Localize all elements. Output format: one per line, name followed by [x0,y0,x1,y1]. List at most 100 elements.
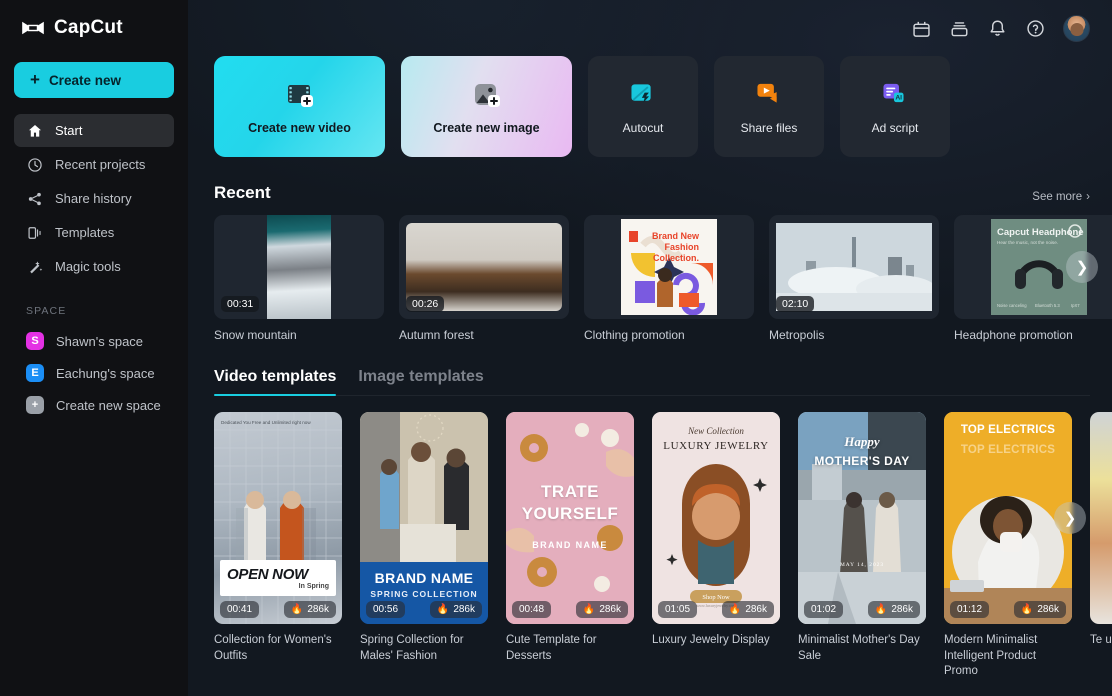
svg-text:Collection.: Collection. [653,253,699,263]
tab-video-templates[interactable]: Video templates [214,368,336,395]
sidebar-item-label: Recent projects [55,157,145,172]
create-new-space-button[interactable]: + Create new space [14,390,174,420]
ad-script-card[interactable]: AI Ad script [840,56,950,157]
template-card[interactable]: BRAND NAME SPRING COLLECTION 00:56 🔥 286… [360,412,488,680]
action-label: Create new video [248,121,351,135]
brand-name: CapCut [54,17,123,39]
thumb-banner-title: BRAND NAME [360,570,488,586]
create-new-image-card[interactable]: Create new image [401,56,572,157]
share-nodes-icon [26,190,43,207]
wallet-icon[interactable] [949,18,970,39]
duration-badge: 00:26 [406,296,444,312]
space-item-label: Eachung's space [56,366,155,381]
svg-text:AI: AI [895,95,902,102]
chevron-right-icon: › [1086,191,1090,203]
recent-card-title: Autumn forest [399,328,569,342]
template-card[interactable]: Te up [1090,412,1112,680]
uses-count: 286k [307,604,329,615]
duration-badge: 02:10 [776,296,814,312]
thumbnail-art [267,215,331,319]
duration-badge: 00:31 [221,296,259,312]
content-area: Create new video Create new image [188,56,1112,680]
svg-text:Noise canceling: Noise canceling [997,303,1027,308]
duration-badge: 01:02 [804,601,843,618]
sidebar-item-start[interactable]: Start [14,114,174,147]
recent-card[interactable]: 00:26 Autumn forest [399,215,569,342]
autocut-card[interactable]: Autocut [588,56,698,157]
thumb-script: Happy [798,434,926,450]
template-title: Collection for Women's Outfits [214,633,342,664]
recent-row: 00:31 Snow mountain 00:26 Autumn forest [214,215,1090,342]
sidebar-item-label: Start [55,123,82,138]
template-card[interactable]: Dedicated You Free and Unlimited right n… [214,412,342,680]
share-files-icon [752,78,786,112]
uses-badge: 🔥 286k [722,601,774,618]
magic-wand-icon [26,258,43,275]
recent-card[interactable]: 02:10 Metropolis [769,215,939,342]
uses-count: 286k [1037,604,1059,615]
recent-section-header: Recent See more › [214,183,1090,203]
recent-card-title: Metropolis [769,328,939,342]
thumb-banner-sub: In Spring [227,583,329,590]
recent-next-button[interactable]: ❯ [1066,251,1098,283]
capcut-app: CapCut + Create new Start Recent project… [0,0,1112,696]
help-circle-icon[interactable] [1025,18,1046,39]
space-item-eachung[interactable]: E Eachung's space [14,358,174,388]
duration-badge: 00:41 [220,601,259,618]
capcut-logo-icon [20,19,46,37]
sidebar-item-label: Share history [55,191,132,206]
create-new-button[interactable]: + Create new [14,62,174,98]
template-title: Spring Collection for Males' Fashion [360,633,488,664]
thumb-title: MOTHER'S DAY [798,454,926,468]
template-badges: 01:02 🔥 286k [804,601,920,618]
bell-icon[interactable] [987,18,1008,39]
svg-text:Bluetooth 5.3: Bluetooth 5.3 [1035,303,1060,308]
clock-icon [26,156,43,173]
autocut-icon [626,78,660,112]
thumbnail-art: Brand New Fashion Collection. [621,219,717,315]
thumb-title-line1: TRATE [506,482,634,502]
duration-badge: 01:05 [658,601,697,618]
template-card[interactable]: TRATE YOURSELF BRAND NAME 00:48 🔥 286k C… [506,412,634,680]
template-thumbnail [1090,412,1112,624]
templates-next-button[interactable]: ❯ [1054,502,1086,534]
template-card[interactable]: Shop Now www.luxuryjewelry.com New Colle… [652,412,780,680]
action-label: Autocut [623,121,664,135]
template-card[interactable]: TOP ELECTRICS TOP ELECTRICS 01:12 🔥 286k… [944,412,1072,680]
quick-actions: Create new video Create new image [214,56,1090,157]
sidebar-item-magic-tools[interactable]: Magic tools [14,250,174,283]
recent-card[interactable]: Brand New Fashion Collection. Clothing p… [584,215,754,342]
recent-card-title: Snow mountain [214,328,384,342]
template-thumbnail: TRATE YOURSELF BRAND NAME 00:48 🔥 286k [506,412,634,624]
create-new-video-card[interactable]: Create new video [214,56,385,157]
template-thumbnail: BRAND NAME SPRING COLLECTION 00:56 🔥 286… [360,412,488,624]
template-card[interactable]: Happy MOTHER'S DAY MAY 14, 2023 01:02 🔥 … [798,412,926,680]
thumb-top-text: Dedicated You Free and Unlimited right n… [221,420,311,427]
share-files-card[interactable]: Share files [714,56,824,157]
templates-icon [26,224,43,241]
recent-card[interactable]: 00:31 Snow mountain [214,215,384,342]
duration-badge: 01:12 [950,601,989,618]
space-avatar: S [26,332,44,350]
flame-icon: 🔥 [729,604,741,615]
sidebar-item-templates[interactable]: Templates [14,216,174,249]
thumb-brand: BRAND NAME [506,540,634,550]
space-item-label: Create new space [56,398,161,413]
space-section-label: SPACE [14,305,174,317]
chevron-right-icon: ❯ [1076,258,1089,276]
space-item-label: Shawn's space [56,334,143,349]
space-item-shawn[interactable]: S Shawn's space [14,326,174,356]
user-avatar[interactable] [1063,15,1090,42]
uses-count: 286k [891,604,913,615]
sidebar-item-label: Templates [55,225,114,240]
sidebar-item-share-history[interactable]: Share history [14,182,174,215]
see-more-link[interactable]: See more › [1032,191,1090,203]
flame-icon: 🔥 [1021,604,1033,615]
template-row: Dedicated You Free and Unlimited right n… [214,412,1090,680]
sidebar-item-recent-projects[interactable]: Recent projects [14,148,174,181]
gift-icon[interactable] [911,18,932,39]
tab-image-templates[interactable]: Image templates [358,368,483,395]
template-title: Minimalist Mother's Day Sale [798,633,926,664]
template-title: Cute Template for Desserts [506,633,634,664]
chevron-right-icon: ❯ [1064,509,1077,527]
